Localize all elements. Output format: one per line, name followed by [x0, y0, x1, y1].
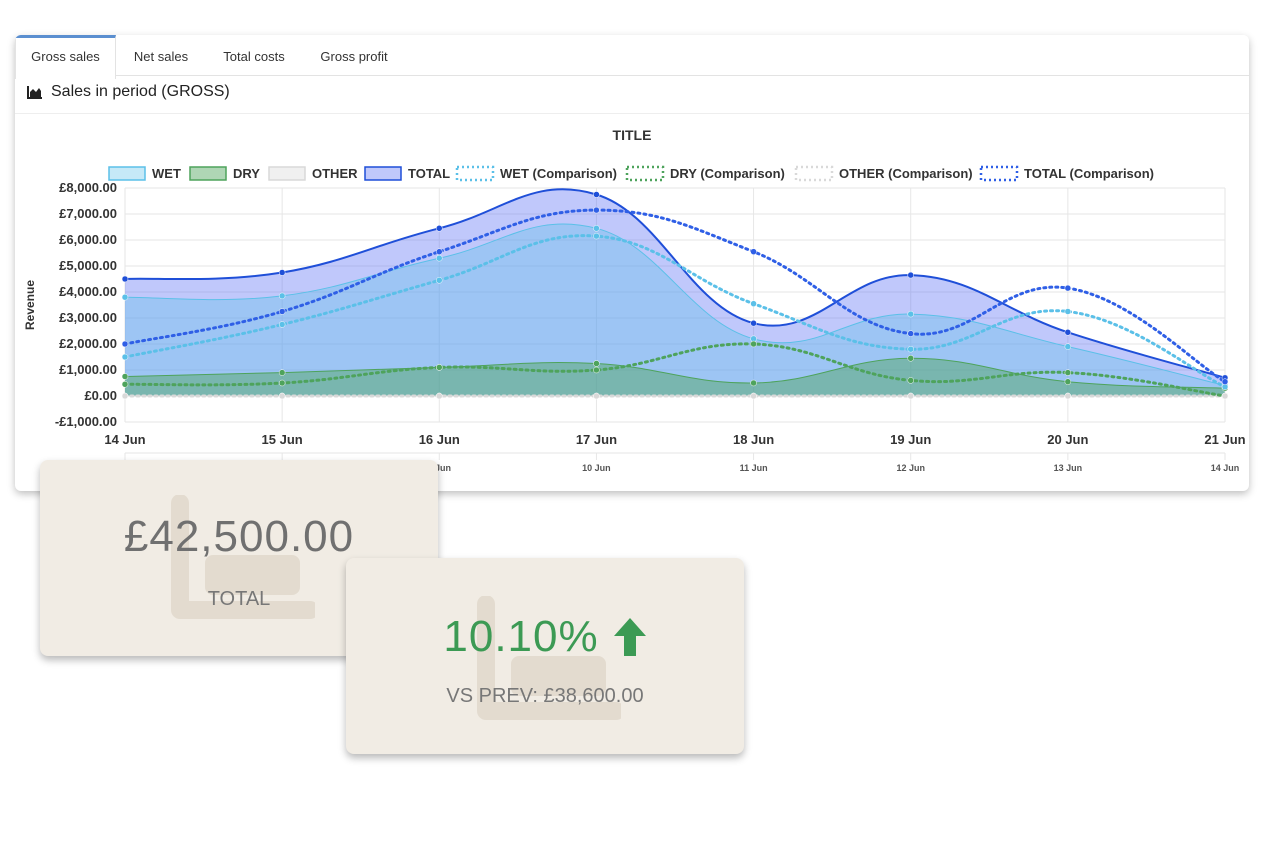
legend-swatch-other-comparison	[794, 165, 834, 182]
legend-label-total: TOTAL	[408, 166, 450, 181]
data-point-wet	[1064, 343, 1072, 350]
data-point-total	[907, 271, 914, 279]
legend-label-dry: DRY	[233, 166, 260, 181]
legend-label-dry-comparison: DRY (Comparison)	[670, 166, 785, 181]
y-tick-label: £6,000.00	[59, 232, 117, 247]
data-point-dry	[593, 360, 600, 367]
legend-swatch-total	[364, 166, 402, 181]
data-point-total-comparison	[1064, 284, 1072, 292]
y-tick-label: £8,000.00	[59, 180, 117, 195]
legend-label-wet-comparison: WET (Comparison)	[500, 166, 617, 181]
sales-chart-card: Gross sales Net sales Total costs Gross …	[15, 35, 1249, 491]
comparison-x-tick-label: 10 Jun	[582, 463, 611, 473]
legend-swatch-dry	[189, 166, 227, 181]
data-point-wet	[278, 292, 286, 300]
data-point-dry-comparison	[121, 381, 129, 388]
change-value-row: 10.10%	[346, 612, 744, 662]
y-tick-label: £7,000.00	[59, 206, 117, 221]
data-point-wet	[907, 310, 914, 318]
data-point-total-comparison	[278, 308, 286, 315]
sales-area-chart: TITLE £8,000.00 £7,000.00 £6,000.00 £5,000.0…	[23, 127, 1246, 473]
legend-swatch-total-comparison	[979, 165, 1019, 182]
legend-label-total-comparison: TOTAL (Comparison)	[1024, 166, 1154, 181]
legend-label-other-comparison: OTHER (Comparison)	[839, 166, 973, 181]
data-point-wet-comparison	[1064, 308, 1072, 315]
y-tick-label: £2,000.00	[59, 336, 117, 351]
x-tick-label: 14 Jun	[104, 432, 145, 447]
x-tick-label: 20 Jun	[1047, 432, 1088, 447]
y-axis-label: Revenue	[23, 280, 37, 330]
data-point-total-comparison	[593, 206, 600, 214]
y-tick-label: £5,000.00	[59, 258, 117, 273]
data-point-wet-comparison	[593, 232, 600, 240]
data-point-wet-comparison	[278, 321, 286, 328]
data-point-total	[1064, 329, 1072, 336]
data-point-dry	[278, 369, 286, 376]
data-point-wet-comparison	[750, 300, 757, 307]
data-point-dry-comparison	[436, 364, 443, 371]
x-tick-label: 18 Jun	[733, 432, 774, 447]
legend-label-wet: WET	[152, 166, 181, 181]
data-point-wet-comparison	[436, 277, 443, 284]
data-point-other-comparison	[436, 392, 443, 400]
data-point-total-comparison	[436, 248, 443, 255]
data-point-wet-comparison	[907, 345, 914, 353]
data-point-other-comparison	[1064, 392, 1072, 400]
y-tick-label: £3,000.00	[59, 310, 117, 325]
data-point-wet	[436, 254, 443, 262]
data-point-dry-comparison	[278, 379, 286, 387]
data-point-total	[278, 269, 286, 276]
data-point-total	[121, 275, 129, 283]
data-point-wet-comparison	[121, 353, 129, 361]
data-point-other-comparison	[907, 392, 914, 400]
data-point-other-comparison	[121, 392, 129, 400]
data-point-dry	[907, 355, 914, 362]
arrow-up-icon	[613, 618, 646, 656]
x-tick-label: 21 Jun	[1204, 432, 1245, 447]
legend-swatch-wet	[108, 166, 146, 181]
data-point-dry-comparison	[907, 377, 914, 384]
change-stat-card: 10.10% VS PREV: £38,600.00	[346, 558, 744, 754]
y-tick-label: £1,000.00	[59, 362, 117, 377]
data-point-other-comparison	[278, 392, 286, 400]
comparison-x-tick-label: 14 Jun	[1211, 463, 1240, 473]
change-value: 10.10%	[443, 612, 599, 661]
data-point-dry	[1064, 378, 1072, 385]
change-label: VS PREV: £38,600.00	[446, 685, 644, 707]
x-tick-label: 19 Jun	[890, 432, 931, 447]
data-point-total	[436, 225, 443, 232]
data-point-dry-comparison	[750, 340, 757, 348]
total-value: £42,500.00	[123, 512, 355, 561]
y-tick-label: £4,000.00	[59, 284, 117, 299]
legend-swatch-wet-comparison	[455, 165, 495, 182]
x-tick-label: 16 Jun	[419, 432, 460, 447]
comparison-x-tick-label: 13 Jun	[1054, 463, 1083, 473]
chart-title: TITLE	[613, 127, 652, 143]
data-point-dry-comparison	[593, 366, 600, 374]
data-point-wet	[121, 293, 129, 301]
data-point-total	[593, 191, 600, 198]
data-point-other-comparison	[750, 392, 757, 400]
x-tick-label: 15 Jun	[262, 432, 303, 447]
data-point-wet	[593, 225, 600, 232]
y-tick-label: -£1,000.00	[55, 414, 117, 429]
data-point-total-comparison	[750, 248, 757, 255]
data-point-dry-comparison	[1064, 369, 1072, 376]
comparison-x-tick-label: 11 Jun	[740, 463, 768, 473]
data-point-total-comparison	[907, 330, 914, 337]
x-tick-label: 17 Jun	[576, 432, 617, 447]
data-point-dry	[121, 373, 129, 380]
legend-label-other: OTHER	[312, 166, 358, 181]
data-point-total-comparison	[1221, 378, 1229, 385]
data-point-total	[750, 319, 757, 327]
data-point-other-comparison	[593, 392, 600, 400]
y-tick-label: £0.00	[84, 388, 117, 403]
comparison-x-tick-label: 12 Jun	[896, 463, 925, 473]
data-point-total-comparison	[121, 340, 129, 348]
legend-swatch-dry-comparison	[625, 165, 665, 182]
data-point-dry	[750, 379, 757, 387]
legend-swatch-other	[268, 166, 306, 181]
data-point-other-comparison	[1221, 392, 1229, 400]
